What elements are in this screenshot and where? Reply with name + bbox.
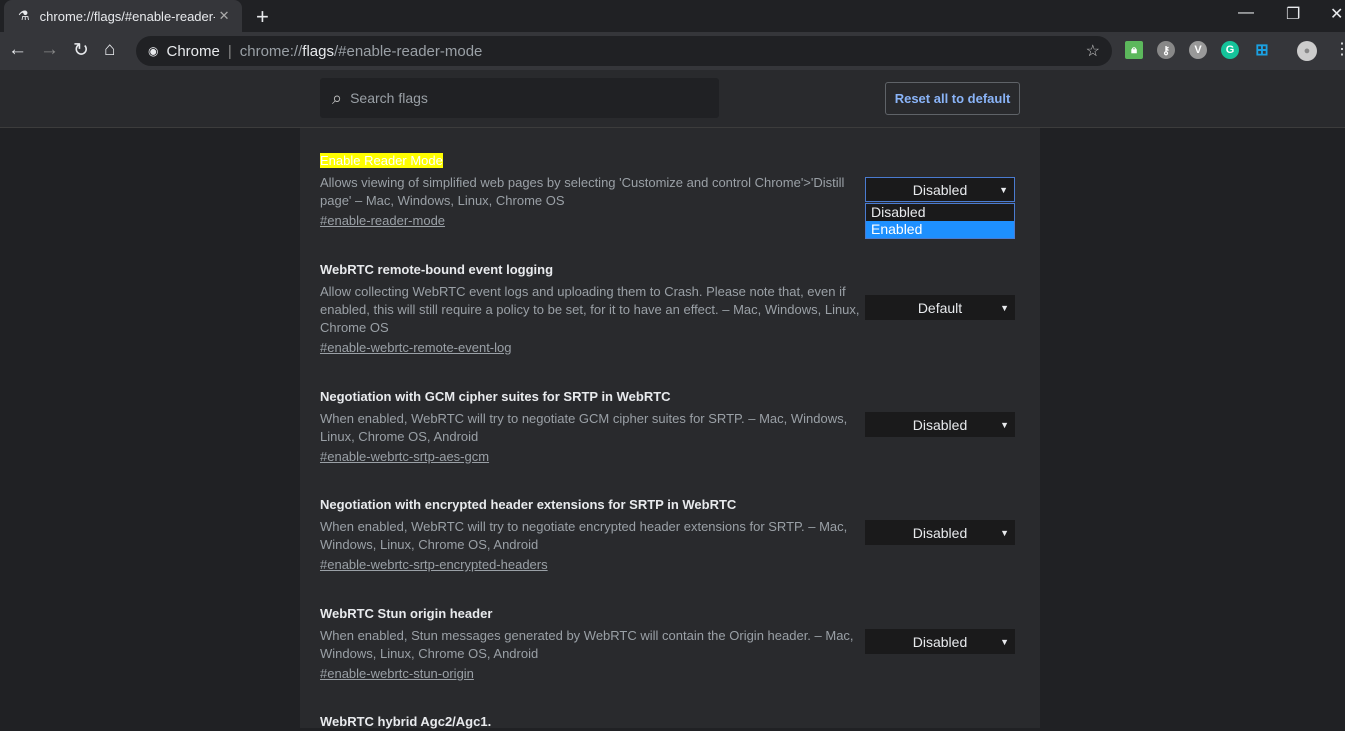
reload-icon[interactable]: ↻ <box>73 39 89 62</box>
flag-description: When enabled, WebRTC will try to negotia… <box>320 411 848 444</box>
flag-description: When enabled, Stun messages generated by… <box>320 628 854 661</box>
dropdown-arrow-icon: ▼ <box>1000 527 1009 538</box>
menu-icon[interactable]: ⋮ <box>1334 39 1345 59</box>
flag-select[interactable]: Disabled ▼ <box>865 412 1015 437</box>
flag-name: WebRTC Stun origin header <box>320 606 493 621</box>
flag-link[interactable]: #enable-webrtc-srtp-encrypted-headers <box>320 557 548 572</box>
flag-item: WebRTC Stun origin header When enabled, … <box>320 605 860 683</box>
flags-list: Enable Reader Mode Allows viewing of sim… <box>300 128 1040 731</box>
lock-extension-icon[interactable]: 🔒︎ <box>1125 41 1143 59</box>
flag-select[interactable]: Disabled ▼ <box>865 629 1015 654</box>
v-extension-icon[interactable]: V <box>1189 41 1207 59</box>
dropdown-arrow-icon: ▼ <box>1000 419 1009 430</box>
minimize-button[interactable]: — <box>1238 4 1254 22</box>
dropdown-arrow-icon: ▼ <box>1000 636 1009 647</box>
flag-name: Negotiation with GCM cipher suites for S… <box>320 389 671 404</box>
flag-description: Allow collecting WebRTC event logs and u… <box>320 284 860 335</box>
flag-name: WebRTC hybrid Agc2/Agc1. <box>320 714 492 729</box>
flag-description: Allows viewing of simplified web pages b… <box>320 175 845 208</box>
dropdown-arrow-icon: ▼ <box>999 184 1008 195</box>
flag-link[interactable]: #enable-webrtc-remote-event-log <box>320 340 511 355</box>
flag-item: WebRTC remote-bound event logging Allow … <box>320 261 860 357</box>
flag-description: When enabled, WebRTC will try to negotia… <box>320 519 848 552</box>
flag-item: Negotiation with encrypted header extens… <box>320 496 860 574</box>
bookmark-star-icon[interactable]: ☆ <box>1086 41 1100 61</box>
back-icon[interactable]: ← <box>8 39 27 61</box>
origin-label: Chrome <box>166 42 220 60</box>
flag-item: Enable Reader Mode Allows viewing of sim… <box>320 152 860 230</box>
flask-icon: ⚗ <box>18 8 30 23</box>
option-enabled[interactable]: Enabled <box>866 221 1014 238</box>
flag-item: Negotiation with GCM cipher suites for S… <box>320 388 860 466</box>
flag-link[interactable]: #enable-reader-mode <box>320 213 445 228</box>
reset-all-button[interactable]: Reset all to default <box>885 82 1020 115</box>
search-icon: ⌕ <box>332 87 343 108</box>
flag-name: Enable Reader Mode <box>320 153 443 168</box>
address-bar[interactable]: ◉ Chrome | chrome://flags/#enable-reader… <box>136 36 1112 66</box>
flag-select[interactable]: Default ▼ <box>865 295 1015 320</box>
restore-button[interactable]: ❐ <box>1286 4 1300 24</box>
avatar[interactable]: ● <box>1297 41 1317 61</box>
tab-strip: ⚗ chrome://flags/#enable-reader-mode ✕ +… <box>0 0 1345 32</box>
flag-item: WebRTC hybrid Agc2/Agc1. <box>320 713 860 731</box>
windows-icon[interactable]: ⊞ <box>1253 41 1271 59</box>
flag-select[interactable]: Disabled ▼ <box>865 177 1015 202</box>
flag-select[interactable]: Disabled ▼ <box>865 520 1015 545</box>
option-disabled[interactable]: Disabled <box>866 204 1014 221</box>
search-input[interactable]: ⌕ Search flags <box>320 78 719 118</box>
dropdown-menu: Disabled Enabled <box>865 203 1015 239</box>
flag-name: WebRTC remote-bound event logging <box>320 262 554 277</box>
url-text: chrome://flags/#enable-reader-mode <box>239 42 483 60</box>
flag-link[interactable]: #enable-webrtc-stun-origin <box>320 666 474 681</box>
toolbar: ← → ↻ ⌂ ◉ Chrome | chrome://flags/#enabl… <box>0 32 1345 70</box>
grammarly-icon[interactable]: G <box>1221 41 1239 59</box>
tab-flags[interactable]: ⚗ chrome://flags/#enable-reader-mode ✕ <box>4 0 242 32</box>
close-tab-icon[interactable]: ✕ <box>219 8 230 24</box>
flags-header: ⌕ Search flags Reset all to default <box>0 70 1345 128</box>
flag-name: Negotiation with encrypted header extens… <box>320 497 737 512</box>
new-tab-button[interactable]: + <box>256 4 269 30</box>
home-icon[interactable]: ⌂ <box>104 39 115 61</box>
close-window-button[interactable]: ✕ <box>1330 4 1343 24</box>
chrome-icon: ◉ <box>148 44 159 58</box>
forward-icon[interactable]: → <box>40 39 59 61</box>
key-extension-icon[interactable]: ⚷ <box>1157 41 1175 59</box>
flag-link[interactable]: #enable-webrtc-srtp-aes-gcm <box>320 449 489 464</box>
tab-title: chrome://flags/#enable-reader-mode <box>39 8 215 24</box>
search-placeholder: Search flags <box>350 90 428 106</box>
dropdown-arrow-icon: ▼ <box>1000 302 1009 313</box>
